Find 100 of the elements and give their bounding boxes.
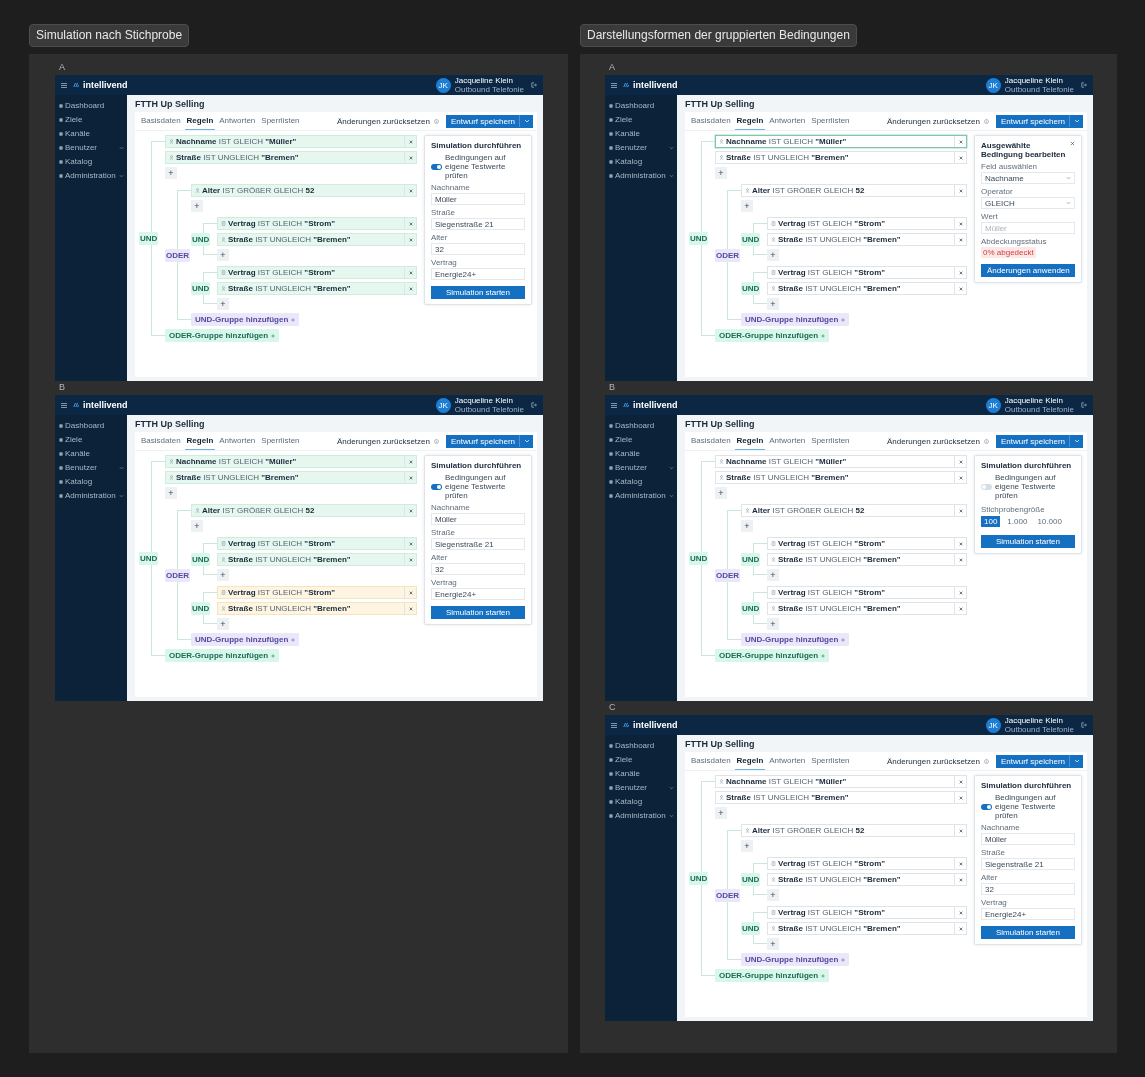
nav-item[interactable]: Kanäle <box>615 129 674 138</box>
condition-row[interactable]: Straße IST UNGLEICH "Bremen" <box>165 151 417 164</box>
nav-item[interactable]: Administration <box>615 171 667 180</box>
nav-item[interactable]: Benutzer <box>65 143 117 152</box>
tab[interactable]: Regeln <box>184 432 216 450</box>
add-condition-button[interactable]: + <box>217 569 229 581</box>
nav-item[interactable]: Dashboard <box>615 101 674 110</box>
text-field[interactable]: 32 <box>431 563 525 575</box>
nav-item[interactable]: Katalog <box>65 157 124 166</box>
condition-row[interactable]: Vertrag IST GLEICH "Strom" <box>217 586 417 599</box>
text-field[interactable]: Energie24+ <box>431 588 525 600</box>
avatar[interactable]: JK <box>985 77 1001 93</box>
add-condition-button[interactable]: + <box>741 200 753 212</box>
save-button[interactable]: Entwurf speichern <box>995 434 1083 448</box>
tab[interactable]: Sperrlisten <box>809 752 852 770</box>
condition-row[interactable]: Vertrag IST GLEICH "Strom" <box>767 586 967 599</box>
toggle-switch[interactable] <box>431 483 442 490</box>
nav-item[interactable]: Administration <box>615 811 667 820</box>
logout-icon[interactable] <box>531 82 537 88</box>
avatar[interactable]: JK <box>985 717 1001 733</box>
tab[interactable]: Antworten <box>767 112 808 130</box>
add-condition-button[interactable]: + <box>741 840 753 852</box>
condition-row[interactable]: Alter IST GRÖßER GLEICH 52 <box>741 824 967 837</box>
text-field[interactable]: Energie24+ <box>431 268 525 280</box>
reset-link[interactable]: Änderungen zurücksetzen <box>887 756 980 766</box>
condition-row[interactable]: Straße IST UNGLEICH "Bremen" <box>767 602 967 615</box>
nav-item[interactable]: Dashboard <box>65 101 124 110</box>
add-condition-button[interactable]: + <box>767 938 779 950</box>
condition-row[interactable]: Straße IST UNGLEICH "Bremen" <box>715 471 967 484</box>
add-condition-button[interactable]: + <box>715 807 727 819</box>
tab[interactable]: Regeln <box>184 112 216 130</box>
nav-item[interactable]: Kanäle <box>615 449 674 458</box>
add-condition-button[interactable]: + <box>217 249 229 261</box>
tab[interactable]: Sperrlisten <box>809 112 852 130</box>
add-group-button[interactable]: UND-Gruppe hinzufügen <box>741 313 850 326</box>
condition-row[interactable]: Vertrag IST GLEICH "Strom" <box>217 217 417 230</box>
text-field[interactable]: Müller <box>431 513 525 525</box>
tab[interactable]: Regeln <box>734 752 766 770</box>
condition-row[interactable]: Alter IST GRÖßER GLEICH 52 <box>191 504 417 517</box>
nav-item[interactable]: Dashboard <box>65 421 124 430</box>
nav-item[interactable]: Benutzer <box>615 783 667 792</box>
condition-row[interactable]: Vertrag IST GLEICH "Strom" <box>767 537 967 550</box>
condition-row[interactable]: Straße IST UNGLEICH "Bremen" <box>217 282 417 295</box>
tab[interactable]: Basisdaten <box>139 432 183 450</box>
toggle-switch[interactable] <box>431 163 442 170</box>
save-button[interactable]: Entwurf speichern <box>995 754 1083 768</box>
add-condition-button[interactable]: + <box>217 618 229 630</box>
menu-icon[interactable] <box>61 402 67 408</box>
nav-item[interactable]: Katalog <box>615 477 674 486</box>
condition-row[interactable]: Straße IST UNGLEICH "Bremen" <box>767 873 967 886</box>
nav-item[interactable]: Dashboard <box>615 741 674 750</box>
nav-item[interactable]: Ziele <box>65 115 124 124</box>
nav-item[interactable]: Kanäle <box>65 449 124 458</box>
condition-row[interactable]: Straße IST UNGLEICH "Bremen" <box>715 791 967 804</box>
nav-item[interactable]: Administration <box>615 491 667 500</box>
save-button[interactable]: Entwurf speichern <box>445 434 533 448</box>
add-group-button[interactable]: ODER-Gruppe hinzufügen <box>715 329 830 342</box>
avatar[interactable]: JK <box>435 77 451 93</box>
nav-item[interactable]: Administration <box>65 171 117 180</box>
text-field[interactable]: Siegenstraße 21 <box>431 218 525 230</box>
primary-button[interactable]: Simulation starten <box>431 286 525 299</box>
condition-row[interactable]: Alter IST GRÖßER GLEICH 52 <box>191 184 417 197</box>
condition-row[interactable]: Nachname IST GLEICH "Müller" <box>715 135 967 148</box>
text-field[interactable]: Müller <box>431 193 525 205</box>
nav-item[interactable]: Dashboard <box>615 421 674 430</box>
add-condition-button[interactable]: + <box>217 298 229 310</box>
tab[interactable]: Basisdaten <box>139 112 183 130</box>
tab[interactable]: Regeln <box>734 432 766 450</box>
condition-row[interactable]: Vertrag IST GLEICH "Strom" <box>767 857 967 870</box>
menu-icon[interactable] <box>611 82 617 88</box>
condition-row[interactable]: Straße IST UNGLEICH "Bremen" <box>217 553 417 566</box>
save-button[interactable]: Entwurf speichern <box>445 114 533 128</box>
condition-row[interactable]: Alter IST GRÖßER GLEICH 52 <box>741 504 967 517</box>
condition-row[interactable]: Vertrag IST GLEICH "Strom" <box>217 266 417 279</box>
tab[interactable]: Sperrlisten <box>809 432 852 450</box>
condition-row[interactable]: Straße IST UNGLEICH "Bremen" <box>217 233 417 246</box>
condition-row[interactable]: Straße IST UNGLEICH "Bremen" <box>165 471 417 484</box>
add-condition-button[interactable]: + <box>767 569 779 581</box>
condition-row[interactable]: Straße IST UNGLEICH "Bremen" <box>767 233 967 246</box>
condition-row[interactable]: Vertrag IST GLEICH "Strom" <box>767 906 967 919</box>
nav-item[interactable]: Ziele <box>615 435 674 444</box>
add-condition-button[interactable]: + <box>715 487 727 499</box>
nav-item[interactable]: Benutzer <box>65 463 117 472</box>
nav-item[interactable]: Kanäle <box>615 769 674 778</box>
logout-icon[interactable] <box>531 402 537 408</box>
add-condition-button[interactable]: + <box>165 487 177 499</box>
tab[interactable]: Antworten <box>767 752 808 770</box>
condition-row[interactable]: Vertrag IST GLEICH "Strom" <box>767 266 967 279</box>
reset-link[interactable]: Änderungen zurücksetzen <box>887 436 980 446</box>
tab[interactable]: Sperrlisten <box>259 112 302 130</box>
add-condition-button[interactable]: + <box>741 520 753 532</box>
primary-button[interactable]: Änderungen anwenden <box>981 264 1075 277</box>
avatar[interactable]: JK <box>435 397 451 413</box>
text-field[interactable]: 32 <box>431 243 525 255</box>
nav-item[interactable]: Benutzer <box>615 463 667 472</box>
tab[interactable]: Antworten <box>217 432 258 450</box>
condition-row[interactable]: Straße IST UNGLEICH "Bremen" <box>767 922 967 935</box>
reset-link[interactable]: Änderungen zurücksetzen <box>887 116 980 126</box>
condition-row[interactable]: Nachname IST GLEICH "Müller" <box>715 455 967 468</box>
primary-button[interactable]: Simulation starten <box>981 926 1075 939</box>
